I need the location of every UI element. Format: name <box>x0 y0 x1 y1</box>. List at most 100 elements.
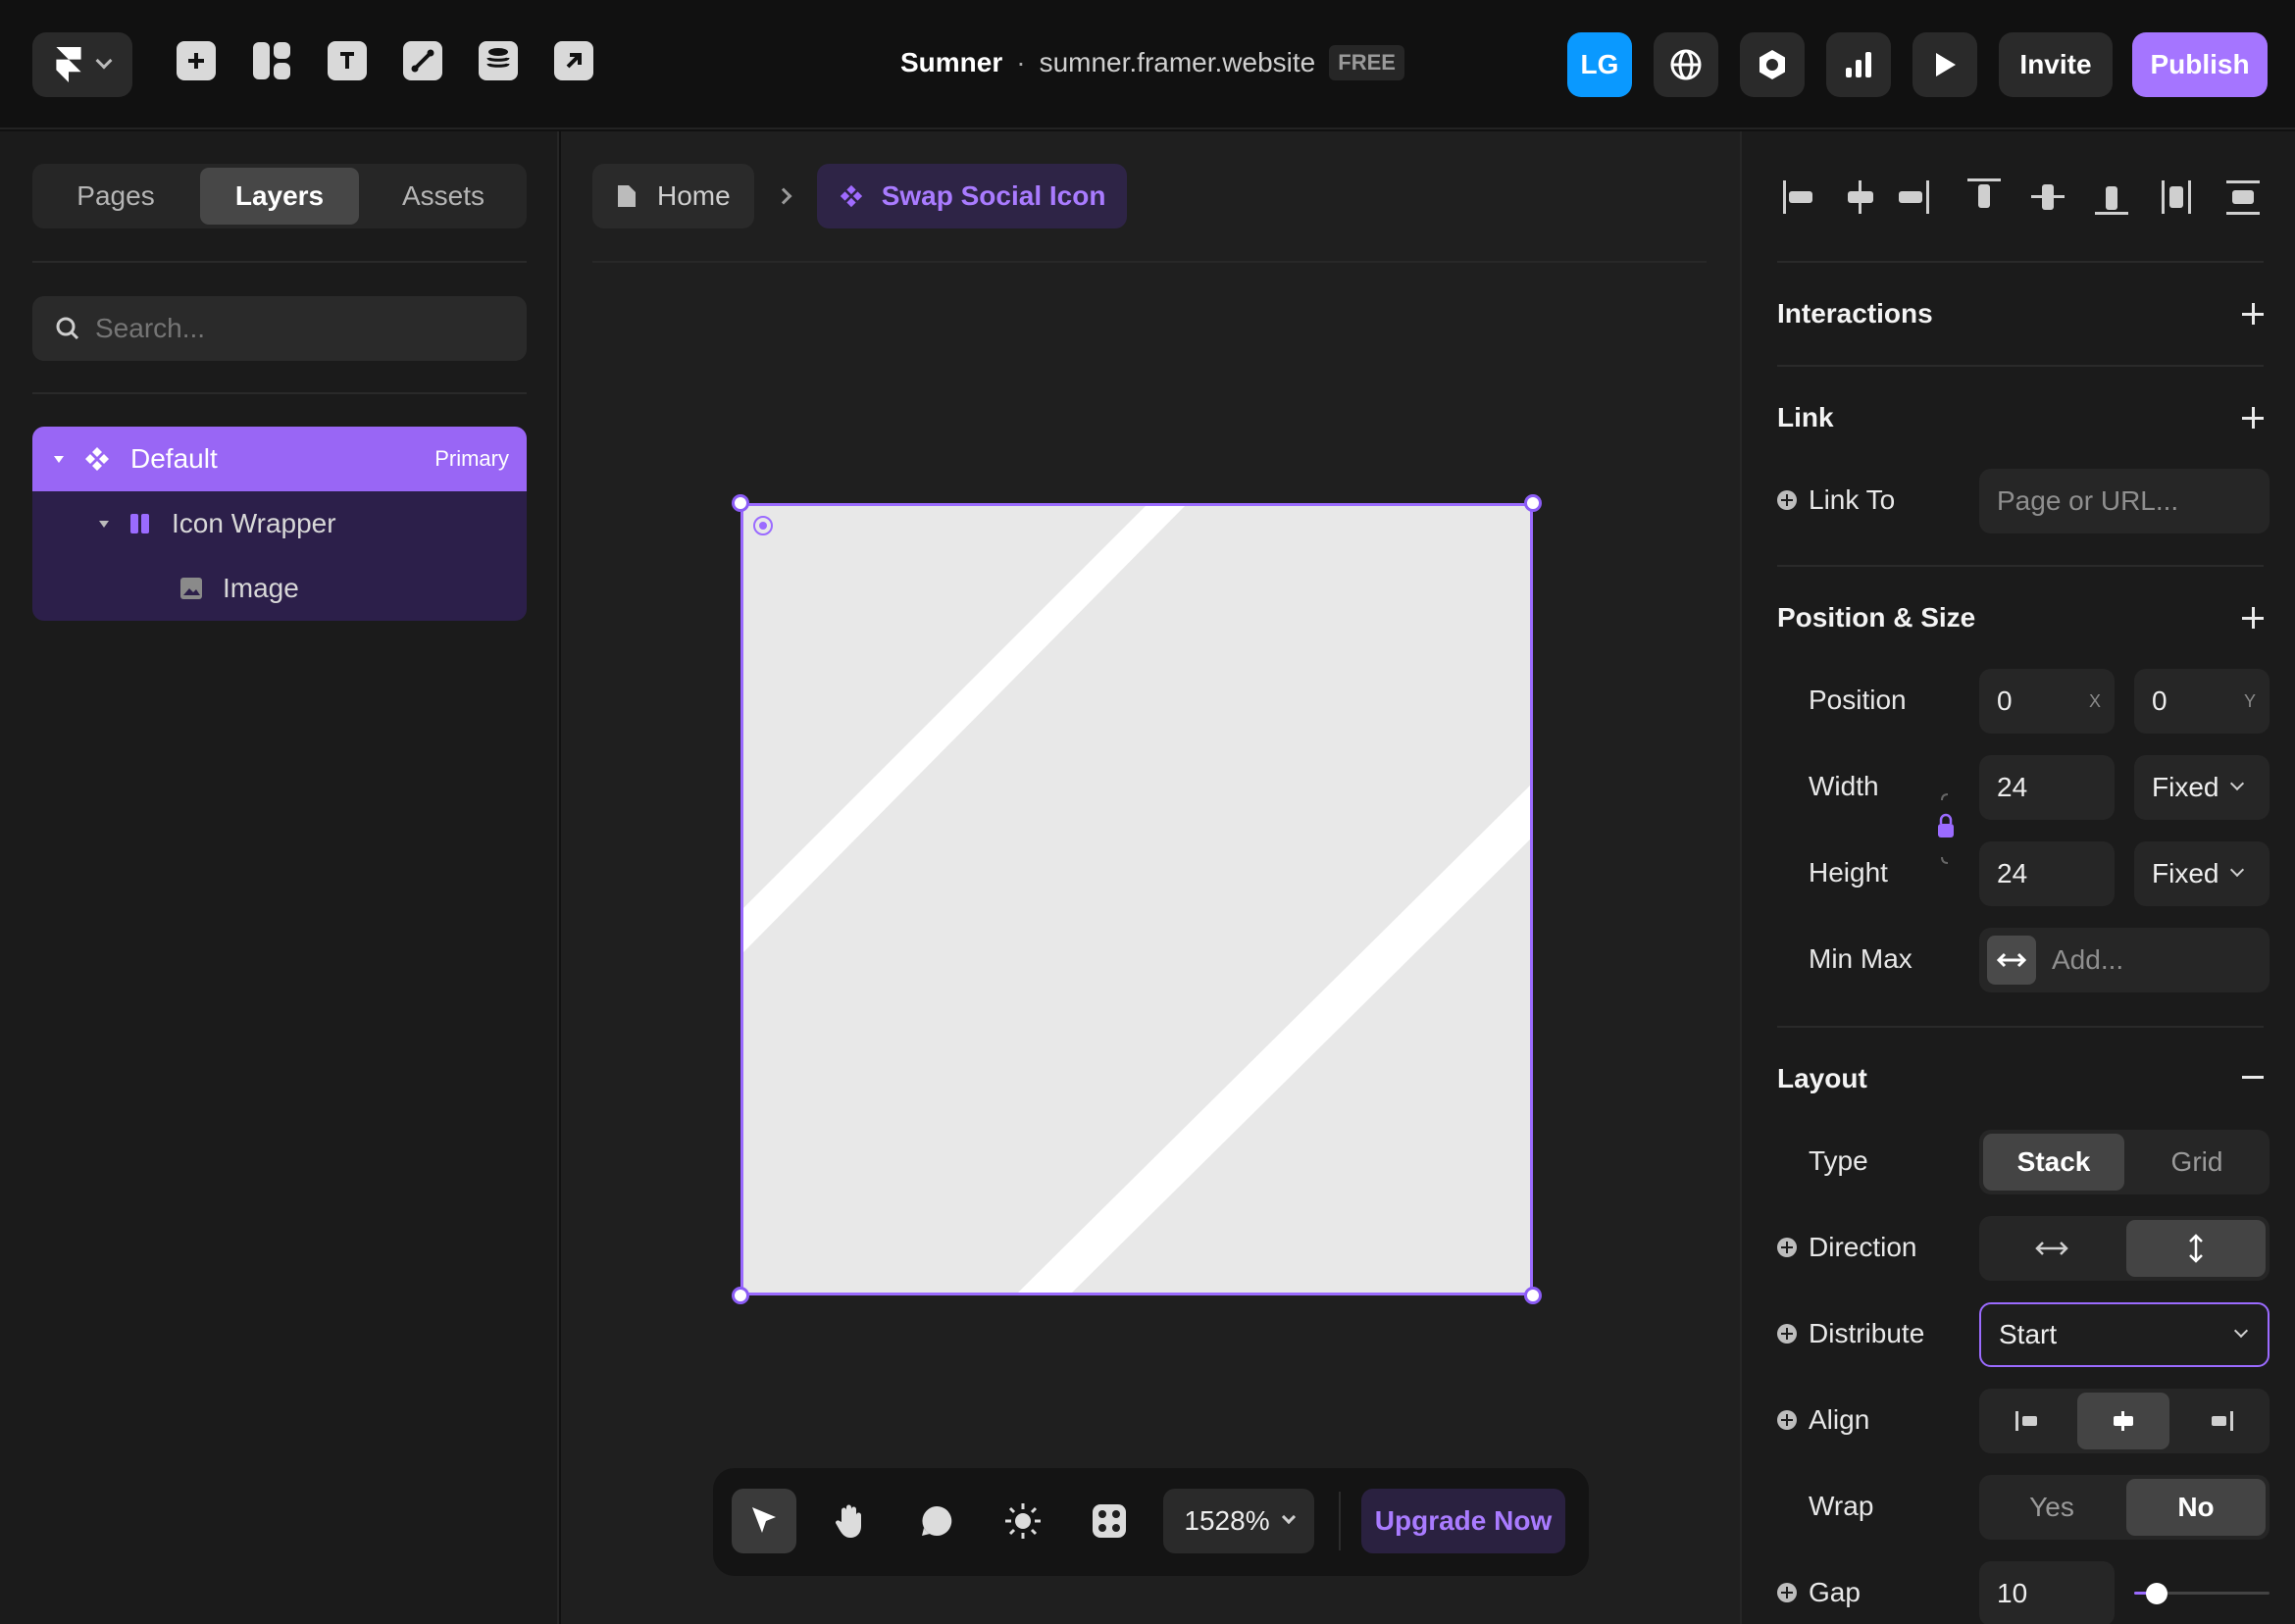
comment-tool[interactable] <box>904 1489 969 1553</box>
distribute-select[interactable]: Start <box>1979 1302 2270 1367</box>
add-interaction-icon[interactable] <box>2242 303 2264 325</box>
align-top-icon[interactable] <box>1967 178 2001 208</box>
width-input[interactable]: 24 <box>1979 755 2115 820</box>
site-settings-button[interactable] <box>1654 32 1718 97</box>
text-icon[interactable] <box>328 41 367 80</box>
insert-icon[interactable] <box>177 41 216 80</box>
anchor-icon[interactable] <box>753 516 773 535</box>
position-y-input[interactable]: 0Y <box>2134 669 2270 734</box>
direction-horizontal-option[interactable] <box>1979 1216 2124 1281</box>
chevron-down-icon <box>2230 776 2245 791</box>
slider-thumb[interactable] <box>2146 1583 2168 1604</box>
selected-frame[interactable] <box>740 503 1533 1295</box>
type-stack-option[interactable]: Stack <box>1983 1134 2124 1191</box>
distribute-horizontal-icon[interactable] <box>2162 180 2191 214</box>
direction-vertical-option[interactable] <box>2126 1220 2266 1277</box>
collapse-arrow-icon[interactable] <box>99 520 109 528</box>
layout-icon[interactable] <box>252 41 291 80</box>
analytics-button[interactable] <box>1826 32 1891 97</box>
align-start-option[interactable] <box>1979 1389 2075 1453</box>
divider <box>1777 261 2264 263</box>
direction-plus-icon[interactable] <box>1777 1238 1797 1257</box>
wrap-yes-option[interactable]: Yes <box>1979 1475 2124 1540</box>
resize-handle-top-right[interactable] <box>1524 494 1542 512</box>
align-plus-icon[interactable] <box>1777 1410 1797 1430</box>
breadcrumb-component[interactable]: Swap Social Icon <box>816 164 1128 228</box>
arrow-up-right-icon[interactable] <box>554 41 593 80</box>
align-left-icon[interactable] <box>1783 180 1812 214</box>
wrap-yes-label: Yes <box>2029 1492 2074 1522</box>
layer-search[interactable] <box>32 296 527 361</box>
wrap-no-option[interactable]: No <box>2126 1479 2266 1536</box>
divider <box>1777 365 2264 367</box>
pos-y-unit: Y <box>2243 690 2256 711</box>
position-x-input[interactable]: 0X <box>1979 669 2115 734</box>
components-tool[interactable] <box>1077 1489 1142 1553</box>
add-link-icon[interactable] <box>2242 407 2264 429</box>
link-to-plus-icon[interactable] <box>1777 490 1797 510</box>
collapse-layout-icon[interactable] <box>2242 1076 2264 1079</box>
tab-assets[interactable]: Assets <box>360 164 527 228</box>
height-input[interactable]: 24 <box>1979 841 2115 906</box>
tab-pages[interactable]: Pages <box>32 164 199 228</box>
search-icon <box>56 317 79 340</box>
link-to-placeholder: Page or URL... <box>1997 485 2179 516</box>
user-avatar[interactable]: LG <box>1567 32 1632 97</box>
tab-layers[interactable]: Layers <box>200 168 359 225</box>
gap-slider[interactable] <box>2134 1583 2270 1604</box>
invite-button[interactable]: Invite <box>1999 32 2113 97</box>
collapse-arrow-icon[interactable] <box>54 455 64 463</box>
align-v-center-icon[interactable] <box>2031 184 2065 210</box>
select-tool[interactable] <box>732 1489 796 1553</box>
hand-tool[interactable] <box>818 1489 883 1553</box>
layer-row-default[interactable]: Default Primary <box>32 427 527 491</box>
gap-input[interactable]: 10 <box>1979 1561 2115 1624</box>
align-center-option[interactable] <box>2077 1393 2169 1449</box>
divider <box>1777 565 2264 567</box>
settings-button[interactable] <box>1740 32 1805 97</box>
gear-icon <box>1760 50 1785 79</box>
zoom-dropdown[interactable]: 1528% <box>1163 1489 1314 1553</box>
add-position-icon[interactable] <box>2242 607 2264 629</box>
align-h-center-icon[interactable] <box>1848 180 1873 214</box>
upgrade-button[interactable]: Upgrade Now <box>1361 1489 1565 1553</box>
vector-icon[interactable] <box>403 41 442 80</box>
breadcrumb-home[interactable]: Home <box>592 164 754 228</box>
layer-row-icon-wrapper[interactable]: Icon Wrapper <box>32 491 527 556</box>
wrap-label: Wrap <box>1809 1491 1874 1521</box>
pos-y-value: 0 <box>2152 685 2168 716</box>
width-mode-select[interactable]: Fixed <box>2134 755 2270 820</box>
layer-name: Icon Wrapper <box>172 508 336 538</box>
theme-tool[interactable] <box>991 1489 1055 1553</box>
cms-icon[interactable] <box>479 41 518 80</box>
canvas[interactable]: Home Swap Social Icon <box>561 131 1740 1624</box>
gap-plus-icon[interactable] <box>1777 1583 1797 1602</box>
height-mode-select[interactable]: Fixed <box>2134 841 2270 906</box>
align-segmented <box>1979 1389 2270 1453</box>
align-end-option[interactable] <box>2173 1389 2270 1453</box>
resize-handle-bottom-right[interactable] <box>1524 1287 1542 1304</box>
type-grid-option[interactable]: Grid <box>2124 1130 2270 1194</box>
layer-row-image[interactable]: Image <box>32 556 527 621</box>
bar-chart-icon <box>1846 52 1871 77</box>
minmax-input[interactable]: Add... <box>1979 928 2270 992</box>
resize-handle-top-left[interactable] <box>732 494 749 512</box>
breadcrumb-chevron-icon <box>775 187 792 205</box>
distribute-value: Start <box>1999 1319 2058 1349</box>
search-input[interactable] <box>95 313 487 344</box>
resize-handle-bottom-left[interactable] <box>732 1287 749 1304</box>
project-title[interactable]: Sumner · sumner.framer.website FREE <box>900 45 1404 80</box>
link-to-input[interactable]: Page or URL... <box>1979 469 2270 533</box>
image-placeholder <box>743 506 1530 1293</box>
distribute-vertical-icon[interactable] <box>2226 180 2260 215</box>
resize-horizontal-icon[interactable] <box>1987 936 2036 985</box>
publish-button[interactable]: Publish <box>2132 32 2268 97</box>
distribute-plus-icon[interactable] <box>1777 1324 1797 1344</box>
framer-menu-button[interactable] <box>32 32 132 97</box>
align-bottom-icon[interactable] <box>2095 186 2128 215</box>
component-icon <box>85 447 109 471</box>
preview-button[interactable] <box>1912 32 1977 97</box>
aspect-lock-icon[interactable] <box>1934 785 1958 873</box>
width-label: Width <box>1809 771 1879 801</box>
align-right-icon[interactable] <box>1899 180 1929 214</box>
